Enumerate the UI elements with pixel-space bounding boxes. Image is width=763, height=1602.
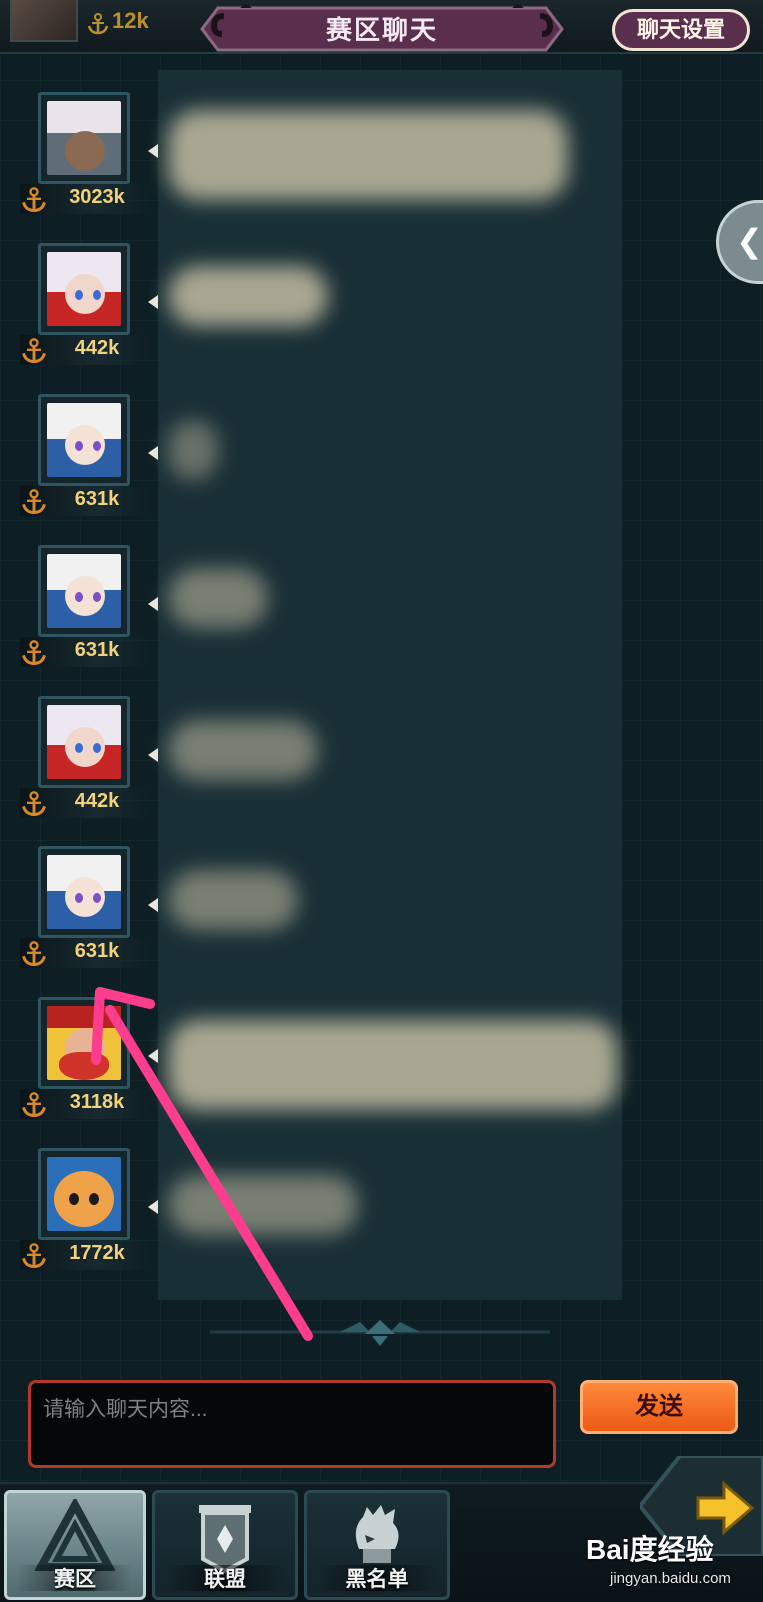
power-value: 3118k (69, 1091, 125, 1113)
blurred-message (168, 1175, 358, 1235)
bubble-pointer (148, 1200, 158, 1214)
power-value: 3023k (69, 186, 125, 208)
blurred-message (168, 266, 328, 326)
chat-entry: 3118k (0, 997, 160, 1147)
power-value: 442k (74, 790, 120, 812)
power-value: 1772k (69, 1242, 125, 1264)
chat-entry: 631k (0, 846, 160, 996)
anchor-icon (87, 13, 109, 35)
tab-region[interactable]: 赛区 (4, 1490, 146, 1600)
anchor-icon (22, 1243, 46, 1268)
player-avatar[interactable] (10, 0, 78, 42)
avatar[interactable] (38, 696, 130, 788)
power-value: 631k (74, 940, 120, 962)
message-list[interactable] (158, 70, 622, 1300)
avatar[interactable] (38, 243, 130, 335)
bubble-pointer (148, 597, 158, 611)
bubble-pointer (148, 1049, 158, 1063)
anchor-icon (22, 791, 46, 816)
chat-entry: 442k (0, 243, 160, 393)
anchor-icon (22, 338, 46, 363)
bubble-pointer (148, 144, 158, 158)
tab-label: 联盟 (204, 1568, 246, 1591)
anchor-icon (22, 640, 46, 665)
blurred-message (168, 870, 298, 930)
chat-entry: 3023k (0, 92, 160, 242)
chat-input[interactable] (28, 1380, 556, 1468)
avatar[interactable] (38, 92, 130, 184)
bubble-pointer (148, 295, 158, 309)
blurred-message (168, 1020, 618, 1110)
blurred-message (168, 110, 568, 200)
blurred-message (168, 720, 318, 780)
power-value: 442k (74, 337, 120, 359)
anchor-icon (22, 941, 46, 966)
avatar[interactable] (38, 1148, 130, 1240)
player-power: 12k (112, 8, 149, 33)
anchor-icon (22, 187, 46, 212)
bubble-pointer (148, 898, 158, 912)
power-value: 631k (74, 488, 120, 510)
watermark-logo: Bai度经验 (586, 1534, 714, 1565)
avatar[interactable] (38, 846, 130, 938)
chat-entry: 1772k (0, 1148, 160, 1298)
tab-label: 黑名单 (345, 1568, 409, 1591)
chat-entry: 442k (0, 696, 160, 846)
anchor-icon (22, 489, 46, 514)
tab-blacklist[interactable]: 黑名单 (304, 1490, 450, 1600)
tab-alliance[interactable]: 联盟 (152, 1490, 298, 1600)
watermark-url: jingyan.baidu.com (610, 1570, 731, 1587)
bubble-pointer (148, 748, 158, 762)
send-button[interactable]: 发送 (580, 1380, 738, 1434)
chat-entry: 631k (0, 545, 160, 695)
divider-ornament (210, 1320, 550, 1346)
anchor-icon (22, 1092, 46, 1117)
blurred-message (168, 420, 218, 480)
avatar[interactable] (38, 545, 130, 637)
power-value: 631k (74, 639, 120, 661)
avatar[interactable] (38, 997, 130, 1089)
chat-settings-button[interactable]: 聊天设置 (612, 9, 750, 51)
blurred-message (168, 568, 268, 628)
bubble-pointer (148, 446, 158, 460)
chat-entry: 631k (0, 394, 160, 544)
chevron-left-icon: ❮ (736, 223, 763, 259)
avatar[interactable] (38, 394, 130, 486)
page-title: 赛区聊天 (325, 15, 438, 45)
tab-label: 赛区 (54, 1568, 96, 1591)
